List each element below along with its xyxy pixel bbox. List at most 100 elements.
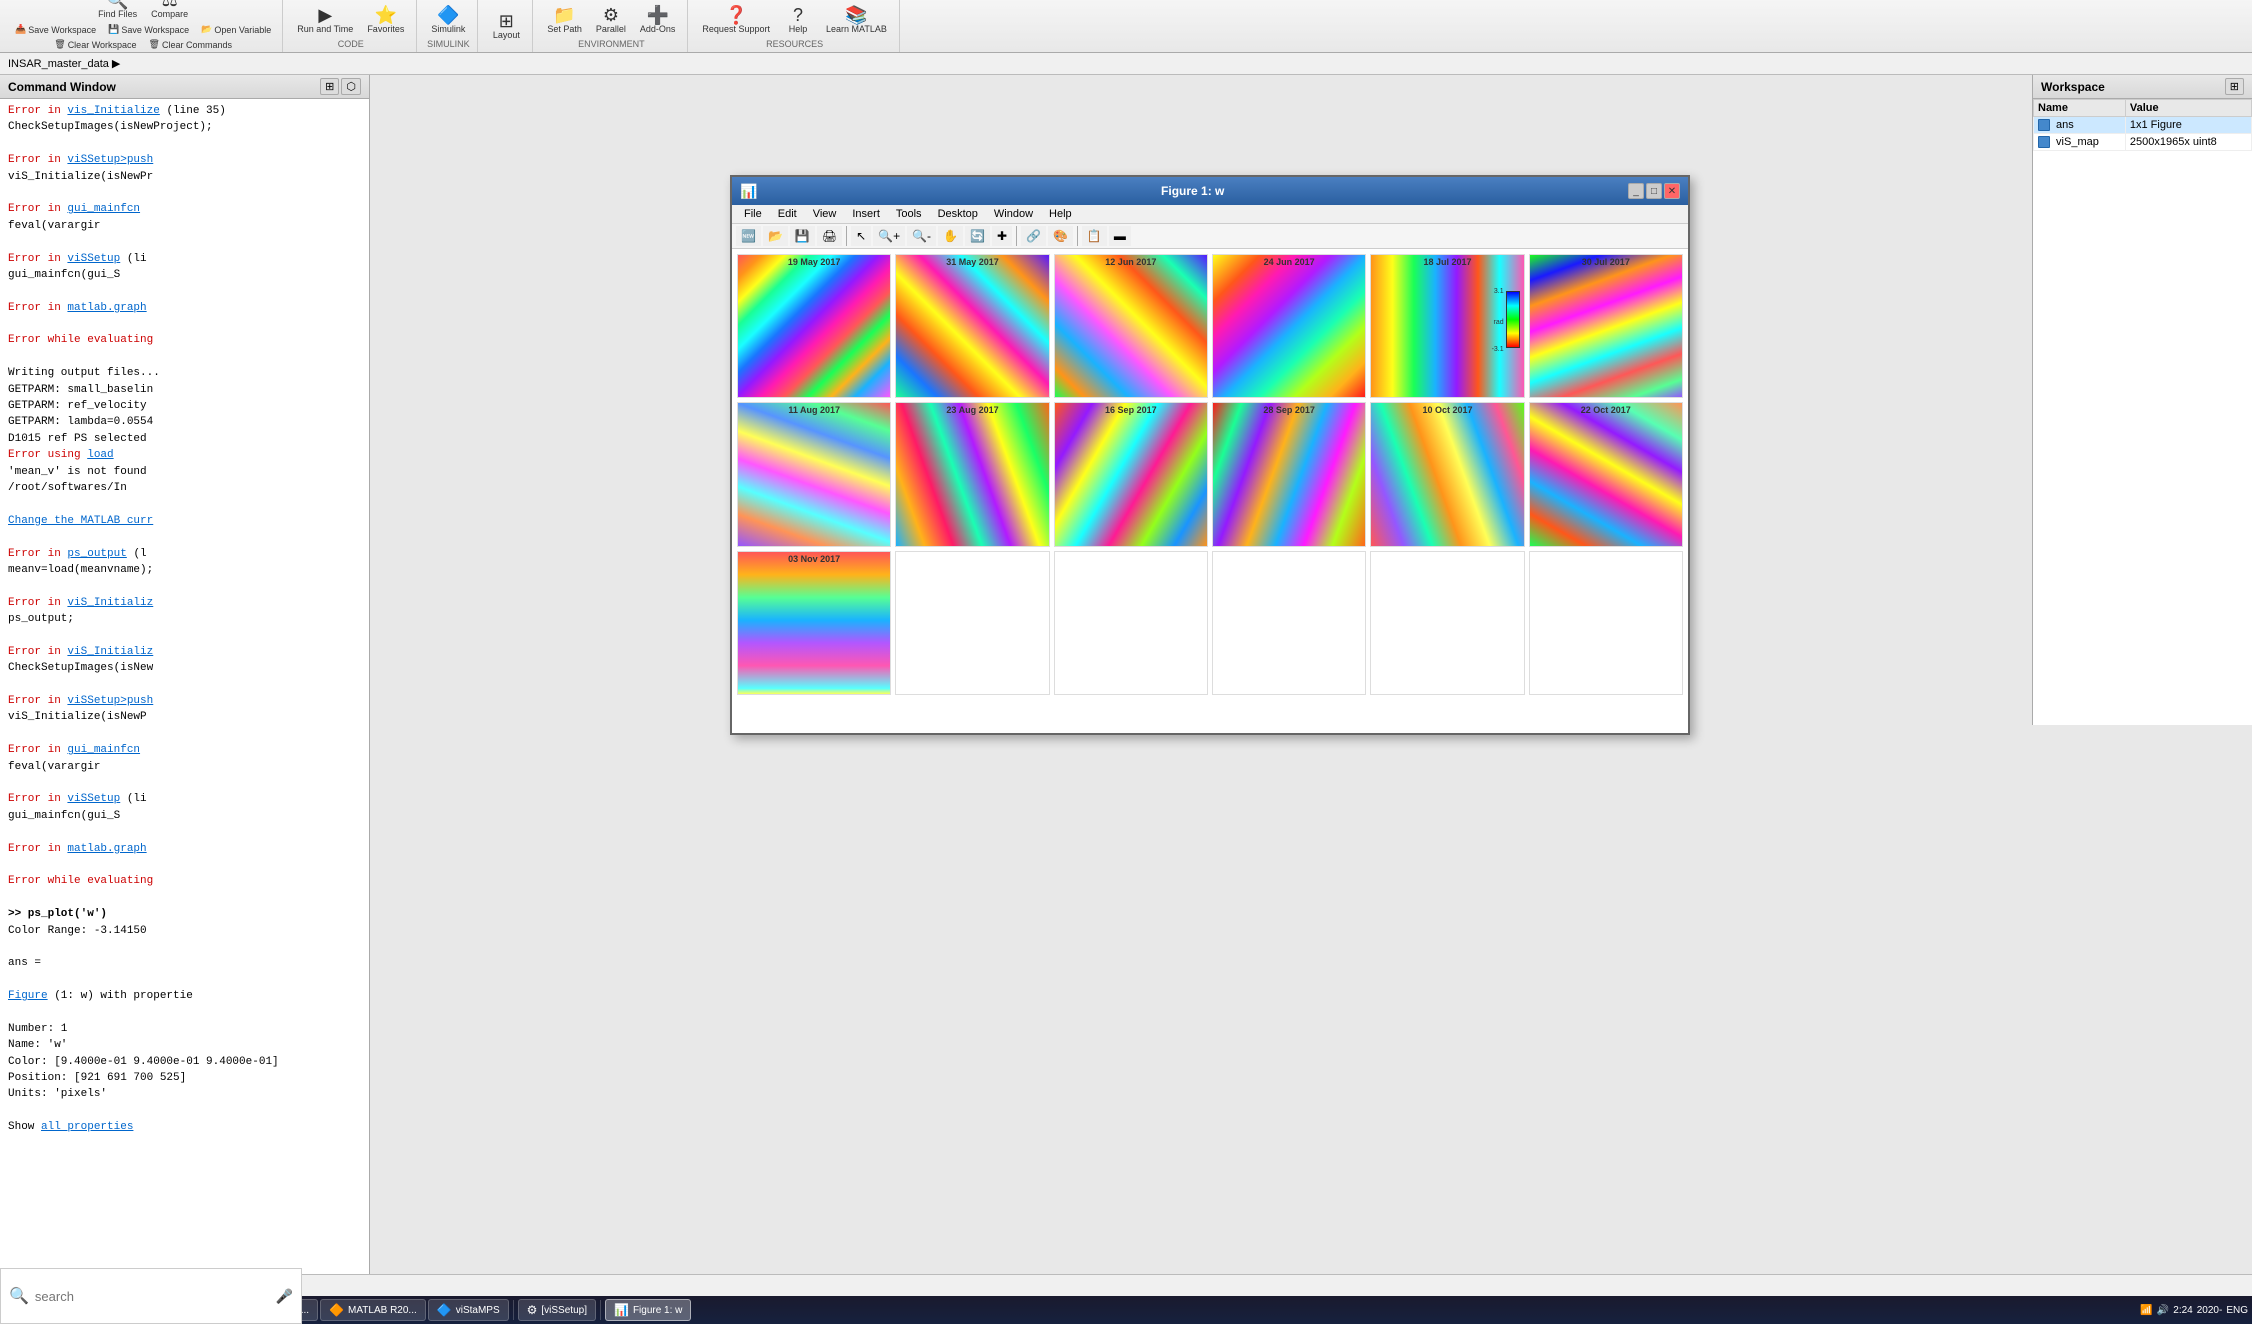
figure-app-icon: 📊 [740,183,757,200]
fig-zoom-in-btn[interactable]: 🔍+ [873,226,905,246]
fig-colormap-btn[interactable]: 🎨 [1048,226,1073,246]
fig-menu-file[interactable]: File [736,206,770,222]
workspace-row[interactable]: ans 1x1 Figure [2034,117,2252,134]
find-files-button[interactable]: 🔍 Find Files [92,0,143,22]
subplot-12[interactable]: 22 Oct 2017 [1529,402,1683,546]
save-workspace-button[interactable]: 💾 Save Workspace [103,22,194,37]
taskbar-vissetup-btn[interactable]: ⚙ [viSSetup] [518,1299,596,1321]
subplot-3[interactable]: 12 Jun 2017 [1054,254,1208,398]
set-path-label: Set Path [547,24,582,34]
subplot-8[interactable]: 23 Aug 2017 [895,402,1049,546]
simulink-button[interactable]: 🔷 Simulink [425,3,471,37]
clear-commands-button[interactable]: 🗑 Clear Commands [144,37,237,52]
fig-menu-tools[interactable]: Tools [888,206,930,222]
command-window-title: Command Window [8,80,116,94]
fig-colorbar-btn[interactable]: ▬ [1109,226,1131,246]
subplot-10[interactable]: 28 Sep 2017 [1212,402,1366,546]
subplot-11[interactable]: 10 Oct 2017 [1370,402,1524,546]
fig-menu-desktop[interactable]: Desktop [930,206,986,222]
taskbar-vistamps-btn[interactable]: 🔷 viStaMPS [428,1299,509,1321]
subplot-2[interactable]: 31 May 2017 [895,254,1049,398]
cmd-link[interactable]: vis_Initialize [67,105,159,117]
cmd-line [8,858,361,873]
fig-save-btn[interactable]: 💾 [790,226,815,246]
parallel-button[interactable]: ⚙ Parallel [590,3,632,37]
cmd-line: Error in viSSetup>push [8,153,361,168]
fig-zoom-out-btn[interactable]: 🔍- [907,226,936,246]
request-support-button[interactable]: ❓ Request Support [696,3,776,37]
fig-rotate-btn[interactable]: 🔄 [965,226,990,246]
cmd-detach-btn[interactable]: ⬡ [341,78,361,95]
cmd-line: Error using load [8,448,361,463]
fig-new-btn[interactable]: 🆕 [736,226,761,246]
set-path-button[interactable]: 📁 Set Path [541,3,588,37]
fig-tb-sep1 [846,226,847,246]
vissetup-icon: ⚙ [527,1303,538,1317]
colorbar-bar [1506,291,1520,348]
fig-print-btn[interactable]: 🖨 [817,226,842,246]
cmd-line: CheckSetupImages(isNew [8,661,361,676]
learn-matlab-button[interactable]: 📚 Learn MATLAB [820,3,893,37]
fig-datacursor-btn[interactable]: ✚ [992,226,1012,246]
subplot-6[interactable]: 30 Jul 2017 [1529,254,1683,398]
toolbar-env-row: 📁 Set Path ⚙ Parallel ➕ Add-Ons [541,3,681,37]
favorites-icon: ⭐ [375,6,397,24]
workspace-row[interactable]: viS_map 2500x1965x uint8 [2034,134,2252,151]
colorbar-max-label: 3.1 [1494,288,1504,295]
compare-button[interactable]: ⚖ Compare [145,0,194,22]
open-variable-button[interactable]: 📂 Open Variable [196,22,276,37]
cmd-line: Error in viS_Initializ [8,596,361,611]
fig-menu-insert[interactable]: Insert [844,206,888,222]
fig-select-btn[interactable]: ↖ [851,226,871,246]
cmd-line: Figure (1: w) with propertie [8,989,361,1004]
favorites-button[interactable]: ⭐ Favorites [361,3,410,37]
cmd-line: viS_Initialize(isNewP [8,710,361,725]
open-variable-label: Open Variable [214,25,271,35]
add-ons-button[interactable]: ➕ Add-Ons [634,3,682,37]
layout-button[interactable]: ⊞ Layout [486,9,526,43]
figure-close-btn[interactable]: ✕ [1664,183,1680,199]
subplot-1[interactable]: 19 May 2017 [737,254,891,398]
figure-maximize-btn[interactable]: □ [1646,183,1662,199]
clear-workspace-button[interactable]: 🗑 Clear Workspace [49,37,141,52]
fig-open-btn[interactable]: 📂 [763,226,788,246]
cmd-expand-btn[interactable]: ⊞ [320,78,339,95]
cmd-line [8,629,361,644]
fig-menu-edit[interactable]: Edit [770,206,805,222]
vistamps-label: viStaMPS [456,1305,500,1316]
subplot-4-map [1213,255,1365,397]
fig-menu-help[interactable]: Help [1041,206,1080,222]
workspace-var-icon [2038,136,2050,148]
subplot-10-map [1213,403,1365,545]
import-data-button[interactable]: 📥 Save Workspace [10,22,101,37]
subplot-13[interactable]: 03 Nov 2017 [737,551,891,695]
matlab-icon: 🔶 [329,1303,344,1317]
subplot-4[interactable]: 24 Jun 2017 [1212,254,1366,398]
fig-pan-btn[interactable]: ✋ [938,226,963,246]
right-panel: 📊 Figure 1: w _ □ ✕ File Edit View Inser… [370,75,2252,1324]
taskbar-matlab-btn[interactable]: 🔶 MATLAB R20... [320,1299,426,1321]
breadcrumb-path[interactable]: INSAR_master_data ▶ [8,57,120,70]
search-input[interactable] [35,1289,270,1304]
figure-minimize-btn[interactable]: _ [1628,183,1644,199]
taskbar-figure-btn[interactable]: 📊 Figure 1: w [605,1299,691,1321]
help-button[interactable]: ? Help [778,3,818,37]
fig-legend-btn[interactable]: 📋 [1082,226,1107,246]
command-window-content[interactable]: Error in vis_Initialize (line 35) CheckS… [0,99,369,1302]
cmd-line [8,776,361,791]
subplot-2-title: 31 May 2017 [896,257,1048,267]
run-and-time-button[interactable]: ▶ Run and Time [291,3,359,37]
subplot-5[interactable]: 18 Jul 2017 3.1 -3.1 rad [1370,254,1524,398]
subplot-9[interactable]: 16 Sep 2017 [1054,402,1208,546]
fig-link-btn[interactable]: 🔗 [1021,226,1046,246]
toolbar-group-simulink: 🔷 Simulink SIMULINK [419,0,478,52]
cmd-line: Error in matlab.graph [8,842,361,857]
taskbar-sep-3 [600,1300,601,1320]
subplot-7[interactable]: 11 Aug 2017 [737,402,891,546]
cmd-line: gui_mainfcn(gui_S [8,809,361,824]
cmd-line: Change the MATLAB curr [8,514,361,529]
fig-menu-view[interactable]: View [805,206,845,222]
fig-menu-window[interactable]: Window [986,206,1041,222]
save-workspace-icon: 💾 [108,24,119,35]
workspace-expand-btn[interactable]: ⊞ [2225,78,2244,95]
